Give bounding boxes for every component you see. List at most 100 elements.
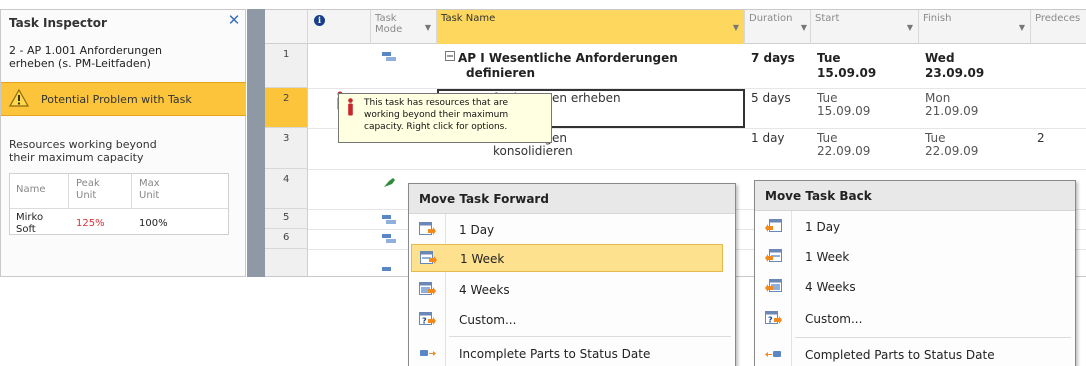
auto-schedule-icon: [382, 234, 396, 243]
inspector-task-line: erheben (s. PM-Leitfaden): [9, 57, 151, 70]
overallocation-tooltip: This task has resources that are working…: [338, 93, 552, 143]
chevron-down-icon[interactable]: ▼: [733, 22, 739, 33]
potential-problem-banner[interactable]: Potential Problem with Task: [1, 82, 246, 116]
calendar-custom-icon: ?: [765, 311, 782, 325]
column-header-task-mode[interactable]: Task Mode ▼: [371, 10, 437, 44]
menu-item-completed-parts[interactable]: Completed Parts to Status Date: [757, 341, 1073, 366]
calendar-custom-icon: ?: [419, 312, 436, 326]
menu-item-custom[interactable]: ? Custom...: [757, 305, 1073, 333]
menu-item-label: 4 Weeks: [459, 283, 510, 297]
chevron-down-icon[interactable]: ▼: [907, 22, 913, 33]
select-all-corner[interactable]: [265, 10, 308, 44]
date-line: 21.09.09: [925, 104, 979, 118]
grid-header: i Task Mode ▼ Task Name ▼ Duration ▼ Sta…: [265, 10, 1086, 44]
header-label: Finish: [923, 13, 952, 24]
column-header-line: Peak: [76, 178, 100, 189]
column-header-indicators[interactable]: i: [308, 10, 371, 44]
menu-item-label: 1 Day: [805, 220, 841, 234]
menu-item-1-week[interactable]: 1 Week: [757, 243, 1073, 271]
close-icon[interactable]: ✕: [226, 12, 242, 28]
inspector-task-line: 2 - AP 1.001 Anforderungen: [9, 44, 162, 57]
start-cell[interactable]: Tue 15.09.09: [817, 51, 876, 81]
menu-item-label: 1 Week: [460, 252, 505, 266]
row-header[interactable]: 6: [265, 229, 308, 249]
pane-splitter[interactable]: [247, 9, 265, 277]
row-divider: [308, 169, 1086, 170]
problem-description-line: Resources working beyond: [9, 138, 157, 151]
menu-item-1-week[interactable]: 1 Week: [411, 244, 723, 272]
menu-item-label: Custom...: [805, 312, 863, 326]
duration-cell[interactable]: 7 days: [751, 51, 795, 66]
menu-item-incomplete-parts[interactable]: Incomplete Parts to Status Date: [411, 340, 733, 366]
task-name-cell[interactable]: AP I Wesentliche Anforderungen definiere…: [458, 51, 678, 81]
task-inspector-pane: Task Inspector ✕ 2 - AP 1.001 Anforderun…: [0, 9, 246, 277]
problem-description: Resources working beyond their maximum c…: [9, 138, 239, 164]
header-label: Start: [815, 13, 840, 24]
svg-text:?: ?: [422, 317, 427, 326]
column-header-duration[interactable]: Duration ▼: [745, 10, 811, 44]
column-header-task-name[interactable]: Task Name ▼: [437, 10, 745, 44]
calendar-forward-icon: [419, 222, 436, 235]
inspector-task-name: 2 - AP 1.001 Anforderungen erheben (s. P…: [9, 44, 239, 70]
start-cell[interactable]: Tue 22.09.09: [817, 132, 870, 158]
calendar-week-forward-icon: [420, 251, 437, 264]
chevron-down-icon[interactable]: ▼: [801, 22, 807, 33]
resource-table: Name Peak Unit Max Unit Mirko Soft 125% …: [9, 173, 229, 235]
row-header[interactable]: 4: [265, 169, 308, 209]
row-header[interactable]: [265, 249, 308, 276]
info-icon: i: [314, 15, 325, 26]
warning-triangle-icon: [9, 89, 29, 107]
menu-item-1-day[interactable]: 1 Day: [757, 213, 1073, 241]
date-line: Tue: [817, 51, 841, 65]
column-header-peak-unit: Peak Unit: [76, 178, 100, 202]
menu-item-custom[interactable]: ? Custom...: [411, 306, 733, 334]
row-header[interactable]: 2: [265, 88, 308, 128]
finish-cell[interactable]: Wed 23.09.09: [925, 51, 984, 81]
predecessors-cell[interactable]: 2: [1037, 132, 1045, 145]
menu-item-1-day[interactable]: 1 Day: [411, 216, 733, 244]
calendar-back-icon: [765, 219, 782, 232]
start-cell[interactable]: Tue 15.09.09: [817, 92, 870, 118]
date-line: 15.09.09: [817, 104, 871, 118]
date-line: 22.09.09: [925, 144, 979, 158]
menu-title: Move Task Back: [755, 181, 1075, 211]
finish-cell[interactable]: Tue 22.09.09: [925, 132, 978, 158]
collapse-icon[interactable]: [445, 51, 455, 61]
column-header-finish[interactable]: Finish ▼: [919, 10, 1031, 44]
menu-item-4-weeks[interactable]: 4 Weeks: [411, 276, 733, 304]
incomplete-parts-icon: [420, 350, 436, 356]
date-line: 15.09.09: [817, 66, 877, 80]
tooltip-line: capacity. Right click for options.: [364, 122, 508, 132]
menu-item-label: Completed Parts to Status Date: [805, 348, 995, 362]
chevron-down-icon[interactable]: ▼: [1019, 22, 1025, 33]
row-header[interactable]: 3: [265, 128, 308, 169]
row-header[interactable]: 5: [265, 209, 308, 229]
chevron-down-icon[interactable]: ▼: [425, 22, 431, 33]
svg-text:?: ?: [768, 316, 773, 325]
menu-item-label: Incomplete Parts to Status Date: [459, 347, 651, 361]
table-divider: [131, 174, 132, 208]
move-task-back-menu: Move Task Back 1 Day 1 Week 4 Weeks ? Cu…: [754, 180, 1076, 366]
calendar-month-forward-icon: [419, 282, 436, 295]
resource-name-line: Mirko: [16, 212, 44, 223]
column-header-start[interactable]: Start ▼: [811, 10, 919, 44]
menu-item-label: 4 Weeks: [805, 280, 856, 294]
menu-item-4-weeks[interactable]: 4 Weeks: [757, 273, 1073, 301]
tooltip-line: working beyond their maximum: [364, 110, 509, 120]
menu-item-label: 1 Week: [805, 250, 850, 264]
calendar-week-back-icon: [765, 249, 782, 262]
overallocated-person-icon: [348, 98, 353, 116]
date-line: Wed: [925, 51, 955, 65]
column-header-predecessors[interactable]: Predeces: [1031, 10, 1086, 44]
duration-cell[interactable]: 1 day: [751, 132, 785, 145]
resource-name-line: Soft: [16, 224, 36, 235]
task-name-line: AP I Wesentliche Anforderungen: [458, 51, 678, 65]
duration-cell[interactable]: 5 days: [751, 92, 791, 105]
row-header[interactable]: 1: [265, 44, 308, 88]
finish-cell[interactable]: Mon 21.09.09: [925, 92, 978, 118]
problem-description-line: their maximum capacity: [9, 151, 144, 164]
header-label: Predeces: [1035, 13, 1081, 24]
menu-title: Move Task Forward: [409, 184, 735, 214]
column-header-name: Name: [16, 184, 46, 195]
task-name-line: definieren: [466, 66, 536, 80]
